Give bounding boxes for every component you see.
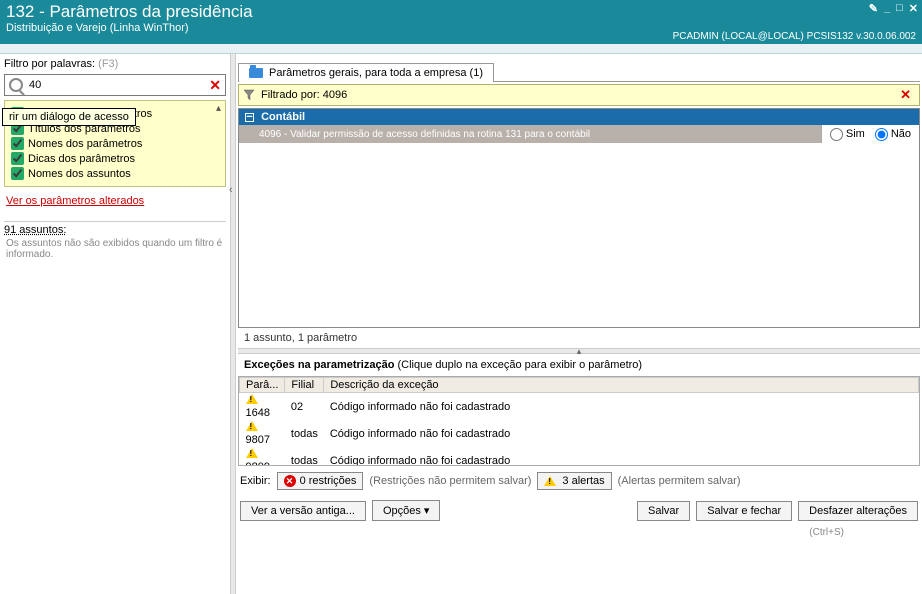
group-header[interactable]: − Contábil xyxy=(239,109,919,125)
edit-icon[interactable]: ✎ xyxy=(869,2,878,15)
sidebar: Filtro por palavras: (F3) ✕ ▴ Números do… xyxy=(0,54,230,594)
col-filial[interactable]: Filial xyxy=(285,378,324,393)
filter-caption: Filtro por palavras: (F3) xyxy=(4,58,226,70)
titlebar: 132 - Parâmetros da presidência Distribu… xyxy=(0,0,922,44)
filter-bar: Filtrado por: 4096 ✕ xyxy=(238,84,920,106)
tab-general-params[interactable]: Parâmetros gerais, para toda a empresa (… xyxy=(238,63,494,82)
close-icon[interactable]: ✕ xyxy=(909,2,918,15)
horizontal-splitter[interactable]: ▴ xyxy=(238,348,920,354)
exhibit-row: Exibir: ✕ 0 restrições (Restrições não p… xyxy=(238,468,920,494)
radio-sim[interactable]: Sim xyxy=(830,128,865,141)
shortcut-hint: (Ctrl+S) xyxy=(238,527,920,538)
minimize-icon[interactable]: _ xyxy=(884,2,890,15)
warning-icon xyxy=(246,448,258,458)
exceptions-header: Exceções na parametrização (Clique duplo… xyxy=(238,356,920,374)
col-desc[interactable]: Descrição da exceção xyxy=(324,378,919,393)
exception-row[interactable]: 9809todasCódigo informado não foi cadast… xyxy=(240,447,919,466)
search-input[interactable] xyxy=(27,77,205,93)
chk-dicas[interactable] xyxy=(11,152,24,165)
grid-status: 1 assunto, 1 parâmetro xyxy=(238,330,920,346)
chk-nomes-assuntos[interactable] xyxy=(11,167,24,180)
bottom-bar: Ver a versão antiga... Opções Salvar Sal… xyxy=(238,496,920,525)
chk-nomes-param[interactable] xyxy=(11,137,24,150)
radio-nao[interactable]: Não xyxy=(875,128,911,141)
old-version-button[interactable]: Ver a versão antiga... xyxy=(240,501,366,521)
warning-icon xyxy=(544,476,556,486)
search-icon xyxy=(9,78,23,92)
altered-params-link[interactable]: Ver os parâmetros alterados xyxy=(6,195,224,207)
maximize-icon[interactable]: □ xyxy=(896,2,903,15)
search-wrap: ✕ xyxy=(4,74,226,96)
params-grid[interactable]: − Contábil 4096 - Validar permissão de a… xyxy=(238,108,920,328)
folder-icon xyxy=(249,68,263,78)
tooltip: rir um diálogo de acesso xyxy=(2,108,136,126)
alerts-badge[interactable]: 3 alertas xyxy=(537,472,611,490)
session-info: PCADMIN (LOCAL@LOCAL) PCSIS132 v.30.0.06… xyxy=(673,31,916,42)
restrictions-badge[interactable]: ✕ 0 restrições xyxy=(277,472,364,490)
clear-filter-icon[interactable]: ✕ xyxy=(896,87,915,103)
top-strip xyxy=(0,44,922,54)
exception-row[interactable]: 9807todasCódigo informado não foi cadast… xyxy=(240,420,919,447)
options-button[interactable]: Opções xyxy=(372,500,441,521)
error-icon: ✕ xyxy=(284,475,296,487)
clear-search-icon[interactable]: ✕ xyxy=(205,77,225,94)
param-row[interactable]: 4096 - Validar permissão de acesso defin… xyxy=(239,125,919,143)
window-title: 132 - Parâmetros da presidência xyxy=(6,2,916,22)
exceptions-table[interactable]: Parâ... Filial Descrição da exceção 1648… xyxy=(238,376,920,466)
assuntos-panel: 91 assuntos: Os assuntos não são exibido… xyxy=(4,221,226,262)
undo-button[interactable]: Desfazer alterações xyxy=(798,501,918,521)
warning-icon xyxy=(246,394,258,404)
save-close-button[interactable]: Salvar e fechar xyxy=(696,501,792,521)
content-area: Parâmetros gerais, para toda a empresa (… xyxy=(236,54,922,594)
assuntos-info: Os assuntos não são exibidos quando um f… xyxy=(4,236,226,262)
expand-icon[interactable]: ▴ xyxy=(216,103,221,114)
exception-row[interactable]: 164802Código informado não foi cadastrad… xyxy=(240,393,919,421)
collapse-icon[interactable]: − xyxy=(245,113,254,122)
funnel-icon xyxy=(243,89,255,101)
save-button[interactable]: Salvar xyxy=(637,501,690,521)
vertical-splitter[interactable] xyxy=(230,54,236,594)
assuntos-caption: 91 assuntos: xyxy=(4,224,226,236)
warning-icon xyxy=(246,421,258,431)
col-param[interactable]: Parâ... xyxy=(240,378,285,393)
